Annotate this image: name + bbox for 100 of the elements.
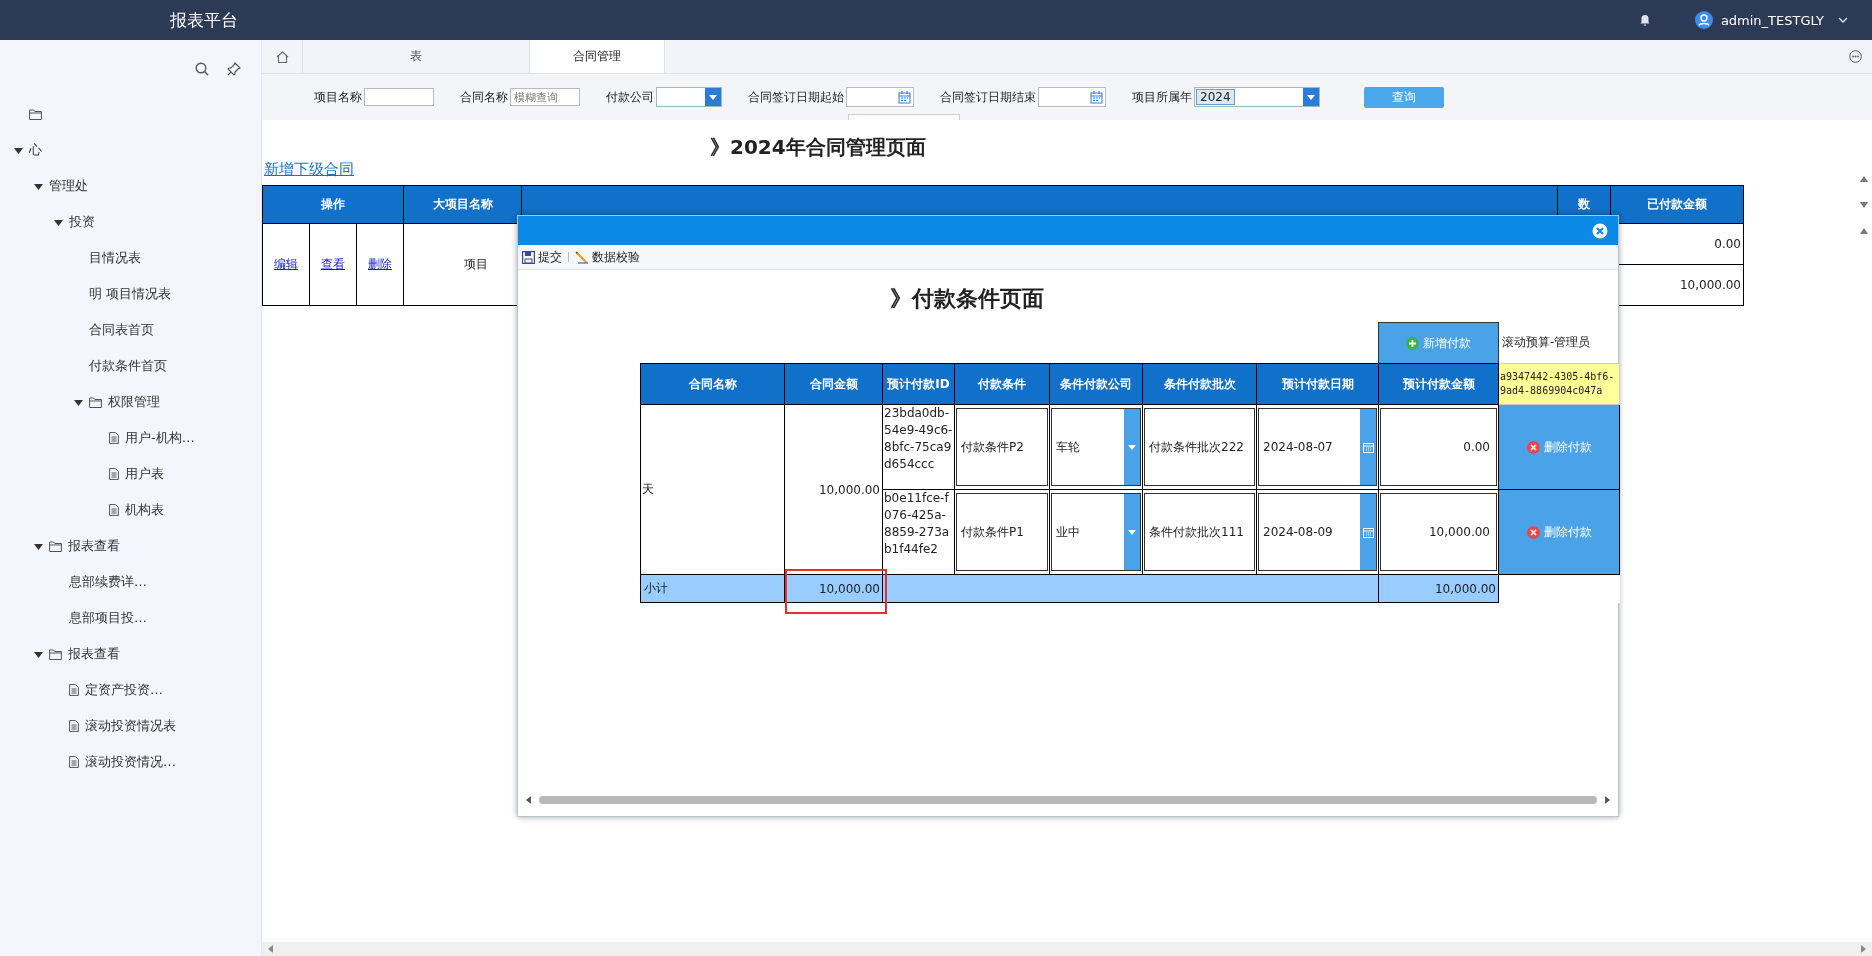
toolbar-button[interactable]: 数据校验: [573, 248, 642, 266]
sidebar-item[interactable]: 付款条件首页: [0, 348, 261, 384]
close-icon: [1592, 222, 1608, 239]
folder-icon: [89, 396, 102, 408]
sidebar-item[interactable]: 明 项目情况表: [0, 276, 261, 312]
filter-label: 项目所属年: [1132, 88, 1192, 106]
sidebar-item[interactable]: 息部续费详…: [0, 564, 261, 600]
add-contract-link[interactable]: 新增下级合同: [264, 160, 354, 179]
filter-label: 合同签订日期结束: [940, 88, 1036, 106]
sidebar-item[interactable]: 定资产投资…: [0, 672, 261, 708]
input-field[interactable]: 10,000.00: [1380, 493, 1497, 571]
scroll-down-arrow-icon: [1860, 202, 1868, 208]
sidebar-item[interactable]: 用户-机构…: [0, 420, 261, 456]
dropdown-arrow-icon: [709, 94, 717, 100]
sidebar-item[interactable]: 息部项目投…: [0, 600, 261, 636]
document-icon: [69, 756, 79, 768]
date-field[interactable]: 2024-08-07: [1258, 408, 1377, 486]
filter-label: 项目名称: [314, 88, 362, 106]
dialog-page-title: 》付款条件页面: [889, 285, 1045, 310]
dropdown-arrow-icon: [1307, 94, 1315, 100]
input-field[interactable]: 0.00: [1380, 408, 1497, 486]
sidebar-item[interactable]: 管理处: [0, 168, 261, 204]
app-title: 报表平台: [170, 8, 238, 32]
sidebar-item[interactable]: 心: [0, 132, 261, 168]
folder-icon: [49, 648, 62, 660]
scroll-right-arrow-icon: [1605, 796, 1610, 804]
home-icon: [275, 50, 289, 63]
filter-label: 合同签订日期起始: [748, 88, 844, 106]
close-button[interactable]: [1592, 222, 1608, 239]
input-field[interactable]: 付款条件P1: [956, 493, 1048, 571]
more-icon: [1849, 50, 1862, 63]
user-name[interactable]: admin_TESTGLY: [1720, 12, 1824, 28]
column-header: 条件付款批次: [1142, 363, 1257, 405]
column-header: 付款条件: [954, 363, 1050, 405]
column-header: 预计付款日期: [1256, 363, 1379, 405]
plus-icon: [1406, 336, 1419, 350]
column-header: 已付款金额: [1610, 185, 1744, 224]
dropdown-arrow-icon: [1128, 529, 1136, 535]
chevron-down-icon: [1838, 17, 1848, 23]
pencil-ruler-icon: [575, 250, 589, 264]
page-title: 》2024年合同管理页面: [709, 134, 927, 156]
input-field[interactable]: 付款条件批次222: [1144, 408, 1255, 486]
sidebar-item[interactable]: 报表查看: [0, 636, 261, 672]
sidebar-item[interactable]: 报表查看: [0, 528, 261, 564]
scroll-left-arrow-icon: [526, 796, 531, 804]
sidebar-item[interactable]: 机构表: [0, 492, 261, 528]
date-field[interactable]: 2024-08-09: [1258, 493, 1377, 571]
pin-icon: [227, 62, 241, 76]
sidebar-item[interactable]: 目情况表: [0, 240, 261, 276]
scroll-right-arrow-icon: [1861, 945, 1866, 953]
document-icon: [109, 468, 119, 480]
table-cell: 项目: [464, 257, 488, 271]
input-field[interactable]: 付款条件P2: [956, 408, 1048, 486]
calendar-icon: [1362, 526, 1374, 538]
date-field[interactable]: [846, 87, 914, 107]
folder-icon: [29, 108, 42, 120]
input-field[interactable]: 条件付款批次111: [1144, 493, 1255, 571]
scrollbar-thumb[interactable]: [539, 796, 1597, 804]
delete-icon: [1526, 525, 1540, 539]
input-field[interactable]: 模糊查询: [510, 88, 580, 106]
calendar-icon: [898, 90, 911, 104]
calendar-icon: [1362, 441, 1374, 453]
toolbar-button[interactable]: 提交: [520, 248, 564, 266]
table-cell: b0e11fce-f076-425a-8859-273ab1f44fe2: [882, 489, 955, 575]
action-link[interactable]: 编辑: [274, 257, 298, 271]
sidebar-item[interactable]: 合同表首页: [0, 312, 261, 348]
input-field[interactable]: [364, 88, 434, 106]
sidebar-item[interactable]: 投资: [0, 204, 261, 240]
action-link[interactable]: 查看: [321, 257, 345, 271]
tab[interactable]: 合同管理: [530, 40, 665, 73]
dropdown-field[interactable]: 车轮: [1051, 408, 1141, 486]
document-icon: [109, 432, 119, 444]
horizontal-scrollbar[interactable]: [262, 942, 1872, 956]
folder-icon: [49, 540, 62, 552]
save-icon: [522, 250, 535, 264]
dropdown-field[interactable]: 业中: [1051, 493, 1141, 571]
dropdown-arrow-icon: [1128, 444, 1136, 450]
table-cell: 23bda0db-54e9-49c6-8bfc-75ca9d654ccc: [882, 404, 955, 490]
guid-cell: a9347442-4305-4bf6-9ad4-8869904c047a: [1498, 363, 1620, 405]
dropdown-field[interactable]: 2024: [1194, 87, 1320, 107]
bell-icon: [1638, 14, 1651, 26]
sidebar-item[interactable]: 滚动投资情况表: [0, 708, 261, 744]
sidebar-item[interactable]: 权限管理: [0, 384, 261, 420]
column-header: 预计付款金额: [1378, 363, 1499, 405]
sidebar-item[interactable]: 用户表: [0, 456, 261, 492]
scroll-up-arrow-icon: [1860, 176, 1868, 182]
user-label: 滚动预算-管理员: [1501, 334, 1591, 351]
scroll-up-arrow-icon: [1860, 228, 1868, 234]
table-cell: 小计: [640, 574, 785, 603]
calendar-icon: [1090, 90, 1103, 104]
column-header: 条件付款公司: [1049, 363, 1143, 405]
search-icon: [195, 62, 209, 76]
date-field[interactable]: [1038, 87, 1106, 107]
column-header: 大项目名称: [403, 185, 522, 224]
column-header: 合同金额: [784, 363, 883, 405]
action-link[interactable]: 删除: [368, 257, 392, 271]
filter-label: 合同名称: [460, 88, 508, 106]
filter-label: 付款公司: [606, 88, 654, 106]
dropdown-field[interactable]: [656, 87, 722, 107]
sidebar-item[interactable]: 滚动投资情况…: [0, 744, 261, 780]
